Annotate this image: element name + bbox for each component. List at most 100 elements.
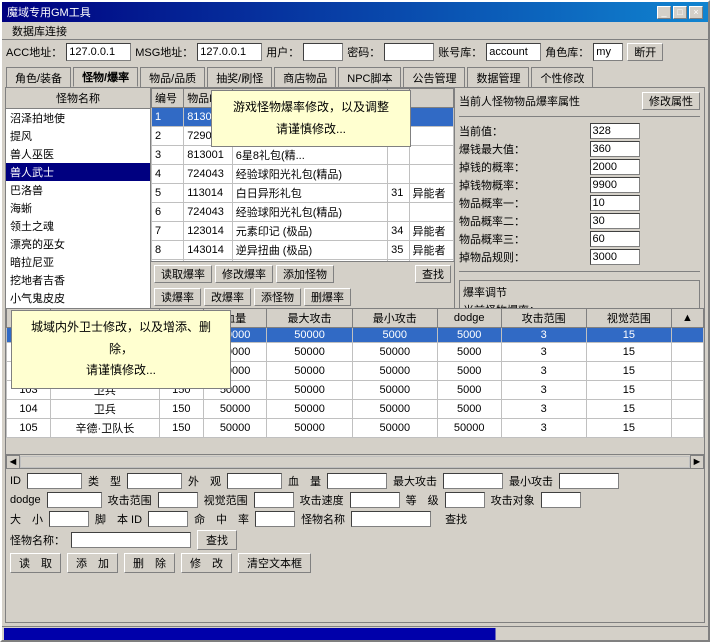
list-item[interactable]: 挖地者吉香 <box>6 271 150 289</box>
form-max-atk-input[interactable] <box>443 473 503 489</box>
msg-input[interactable] <box>197 43 262 61</box>
tab-shop[interactable]: 商店物品 <box>274 67 336 87</box>
guard-col-dodge: dodge <box>437 309 501 328</box>
close-button[interactable]: × <box>689 6 703 19</box>
table-row[interactable]: 8 143014 逆异扭曲 (极品) 35 异能者 <box>152 241 454 260</box>
user-input[interactable] <box>303 43 343 61</box>
scroll-left-btn[interactable]: ◄ <box>6 455 20 469</box>
drop-rule-label: 掉物品规则： <box>459 249 586 265</box>
tab-announce[interactable]: 公告管理 <box>403 67 465 87</box>
form-hp-input[interactable] <box>327 473 387 489</box>
delete-rate-button[interactable]: 删爆率 <box>304 288 351 306</box>
user-label: 用户： <box>266 44 299 60</box>
read-rate-button[interactable]: 读取爆率 <box>154 265 212 283</box>
form-atk-target-input[interactable] <box>541 492 581 508</box>
table-row[interactable]: 5 113014 白日异形礼包 31 异能者 <box>152 184 454 203</box>
form-life-rate-input[interactable] <box>255 511 295 527</box>
delete-button[interactable]: 删 除 <box>124 553 175 573</box>
form-vis-range-input[interactable] <box>254 492 294 508</box>
table-row[interactable]: 4 724043 经验球阳光礼包(精品) <box>152 165 454 184</box>
connect-button[interactable]: 断开 <box>627 43 663 61</box>
main-window: 魔域专用GM工具 _ □ × 数据库连接 ACC地址： MSG地址： 用户： 密… <box>0 0 710 642</box>
search-button[interactable]: 查找 <box>415 265 451 283</box>
form-type-input[interactable] <box>127 473 182 489</box>
form-min-atk-input[interactable] <box>559 473 619 489</box>
form-appearance-input[interactable] <box>227 473 282 489</box>
tab-lottery[interactable]: 抽奖/刷怪 <box>207 67 272 87</box>
list-item[interactable]: 沼泽拍地使 <box>6 109 150 127</box>
role-input[interactable] <box>593 43 623 61</box>
tab-npc[interactable]: NPC脚本 <box>338 67 401 87</box>
table-row[interactable]: 105 辛德·卫队长 150 50000 50000 50000 50000 3… <box>7 419 704 438</box>
add-monster2-button[interactable]: 添怪物 <box>254 288 301 306</box>
read-rate2-button[interactable]: 读爆率 <box>154 288 201 306</box>
guard-col-atk-range: 攻击范围 <box>501 309 586 328</box>
list-item[interactable]: 海蜥 <box>6 199 150 217</box>
form-monster-name2-label: 怪物名称： <box>10 532 65 548</box>
table-row[interactable]: 7 123014 元素印记 (极品) 34 异能者 <box>152 222 454 241</box>
form-script-input[interactable] <box>148 511 188 527</box>
right-info-panel: 当前人怪物物品爆率属性 修改属性 当前值： 爆钱最大值： 掉钱的概率： 掉钱物概… <box>454 88 704 308</box>
item-rate3-input[interactable] <box>590 231 640 247</box>
form-atk-range-input[interactable] <box>158 492 198 508</box>
scroll-right-btn[interactable]: ► <box>690 455 704 469</box>
msg-label: MSG地址： <box>135 44 193 60</box>
right-panel-title: 当前人怪物物品爆率属性 <box>459 93 580 109</box>
acc-label: ACC地址： <box>6 44 62 60</box>
form-atk-speed-input[interactable] <box>350 492 400 508</box>
add-monster-button[interactable]: 添加怪物 <box>276 265 334 283</box>
item-rate1-input[interactable] <box>590 195 640 211</box>
form-size-label: 大 小 <box>10 511 43 527</box>
list-item[interactable]: 兽人巫医 <box>6 145 150 163</box>
form-monster-name-input[interactable] <box>351 511 431 527</box>
modify-rate-button[interactable]: 修改爆率 <box>215 265 273 283</box>
list-item[interactable]: 提风 <box>6 127 150 145</box>
list-item[interactable]: 兽人武士 <box>6 163 150 181</box>
maximize-button[interactable]: □ <box>673 6 687 19</box>
form-max-atk-label: 最大攻击 <box>393 473 437 489</box>
clear-button[interactable]: 清空文本框 <box>238 553 311 573</box>
drop-item-rate-input[interactable] <box>590 177 640 193</box>
form-monster-name2-input[interactable] <box>71 532 191 548</box>
guard-col-scrolltip: ▲ <box>671 309 703 328</box>
list-item[interactable]: 漂亮的巫女 <box>6 235 150 253</box>
list-item[interactable]: 巴洛兽 <box>6 181 150 199</box>
tab-personal[interactable]: 个性修改 <box>531 67 593 87</box>
drop-item-rate-label: 掉钱物概率： <box>459 177 586 193</box>
table-row[interactable]: 104 卫兵 150 50000 50000 50000 5000 3 15 <box>7 400 704 419</box>
pwd-input[interactable] <box>384 43 434 61</box>
max-money-input[interactable] <box>590 141 640 157</box>
status-bar <box>2 626 708 640</box>
form-dodge-input[interactable] <box>47 492 102 508</box>
form-id-input[interactable] <box>27 473 82 489</box>
table-row[interactable]: 3 813001 6星8礼包(精... <box>152 146 454 165</box>
list-item[interactable]: 小气鬼皮皮 <box>6 289 150 307</box>
acc-input[interactable] <box>66 43 131 61</box>
search2-button[interactable]: 查找 <box>197 530 237 550</box>
minimize-button[interactable]: _ <box>657 6 671 19</box>
table-row[interactable]: 6 724043 经验球阳光礼包(精品) <box>152 203 454 222</box>
tab-data[interactable]: 数据管理 <box>467 67 529 87</box>
form-size-input[interactable] <box>49 511 89 527</box>
modify-rate2-button[interactable]: 改爆率 <box>204 288 251 306</box>
drop-rule-input[interactable] <box>590 249 640 265</box>
table-row[interactable]: 9 724043 经验球阳光礼包(精品) <box>152 260 454 262</box>
tab-role-equip[interactable]: 角色/装备 <box>6 67 71 87</box>
tab-item-quality[interactable]: 物品/品质 <box>140 67 205 87</box>
read-button[interactable]: 读 取 <box>10 553 61 573</box>
item-rate2-input[interactable] <box>590 213 640 229</box>
add-button[interactable]: 添 加 <box>67 553 118 573</box>
tab-monster-rate[interactable]: 怪物/爆率 <box>73 67 138 87</box>
drop-money-rate-input[interactable] <box>590 159 640 175</box>
modify-attr-button[interactable]: 修改属性 <box>642 92 700 110</box>
guard-table-section: 城域内外卫士修改，以及增添、删除， 请谨慎修改... ID 血量 最大攻击 最小… <box>6 308 704 468</box>
list-item[interactable]: 暗拉尼亚 <box>6 253 150 271</box>
form-level-input[interactable] <box>445 492 485 508</box>
modify-bottom-button[interactable]: 修 改 <box>181 553 232 573</box>
current-val-input[interactable] <box>590 123 640 139</box>
menu-item-db[interactable]: 数据库连接 <box>6 22 73 40</box>
list-item[interactable]: 领土之魂 <box>6 217 150 235</box>
db-input[interactable] <box>486 43 541 61</box>
current-val-label: 当前值： <box>459 123 586 139</box>
guard-col-vis-range: 视觉范围 <box>586 309 671 328</box>
